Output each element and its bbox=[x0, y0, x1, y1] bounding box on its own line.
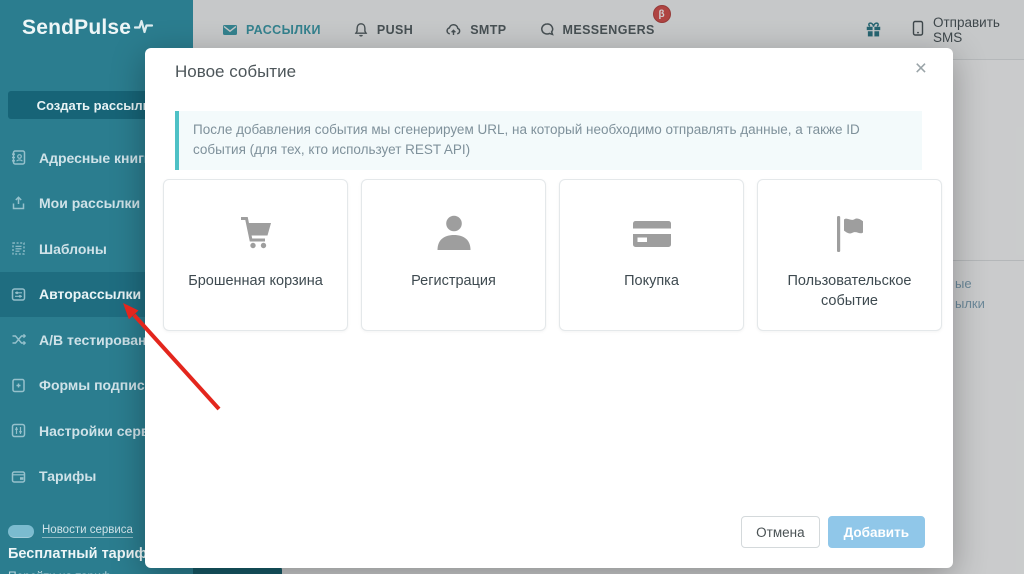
logo-text: SendPulse bbox=[22, 16, 132, 39]
ab-test-icon bbox=[10, 331, 27, 348]
event-card-label: Брошенная корзина bbox=[188, 273, 323, 289]
close-icon[interactable]: × bbox=[915, 58, 927, 79]
add-button[interactable]: Добавить bbox=[827, 516, 925, 548]
sidebar-item-label: Тарифы bbox=[39, 468, 97, 485]
service-news-link[interactable]: Новости сервиса bbox=[8, 524, 133, 538]
service-settings-icon bbox=[10, 422, 27, 439]
modal-title: Новое событие bbox=[175, 62, 297, 81]
event-card-label: Пользовательское событие bbox=[787, 273, 912, 309]
cancel-button[interactable]: Отмена bbox=[741, 516, 820, 548]
event-card-label: Покупка bbox=[624, 273, 679, 289]
event-card-label: Регистрация bbox=[411, 273, 496, 289]
sidebar-item-label: Авторассылки bbox=[39, 286, 142, 303]
credit-card-icon bbox=[628, 212, 676, 256]
cart-icon bbox=[232, 212, 280, 256]
subscription-form-icon bbox=[10, 377, 27, 394]
autoresponder-icon bbox=[10, 286, 27, 303]
new-event-modal: Новое событие × После добавления события… bbox=[145, 48, 953, 568]
pulse-icon bbox=[134, 16, 154, 40]
tariffs-icon bbox=[10, 468, 27, 485]
current-plan-label: Бесплатный тариф bbox=[8, 546, 148, 562]
news-icon bbox=[8, 524, 34, 538]
event-card-registration[interactable]: Регистрация bbox=[361, 179, 546, 331]
person-icon bbox=[430, 212, 478, 256]
flag-icon bbox=[826, 212, 874, 256]
address-book-icon bbox=[10, 149, 27, 166]
sidebar-item-label: Формы подписки bbox=[39, 377, 161, 394]
send-icon bbox=[10, 195, 27, 212]
news-link-label: Новости сервиса bbox=[42, 524, 133, 538]
upgrade-plan-link[interactable]: Перейти на тариф bbox=[8, 569, 111, 574]
sidebar-item-label: Шаблоны bbox=[39, 240, 107, 257]
event-card-purchase[interactable]: Покупка bbox=[559, 179, 744, 331]
sidebar-item-label: Мои рассылки bbox=[39, 195, 141, 212]
event-type-cards: Брошенная корзина Регистрация Покупка По… bbox=[163, 179, 942, 331]
event-card-abandoned-cart[interactable]: Брошенная корзина bbox=[163, 179, 348, 331]
event-card-custom-event[interactable]: Пользовательское событие bbox=[757, 179, 942, 331]
templates-icon bbox=[10, 240, 27, 257]
info-banner: После добавления события мы сгенерируем … bbox=[175, 111, 922, 170]
sidebar-item-label: Адресные книги bbox=[39, 149, 153, 166]
sendpulse-logo[interactable]: SendPulse bbox=[22, 16, 154, 40]
modal-footer: Отмена Добавить bbox=[741, 516, 925, 548]
